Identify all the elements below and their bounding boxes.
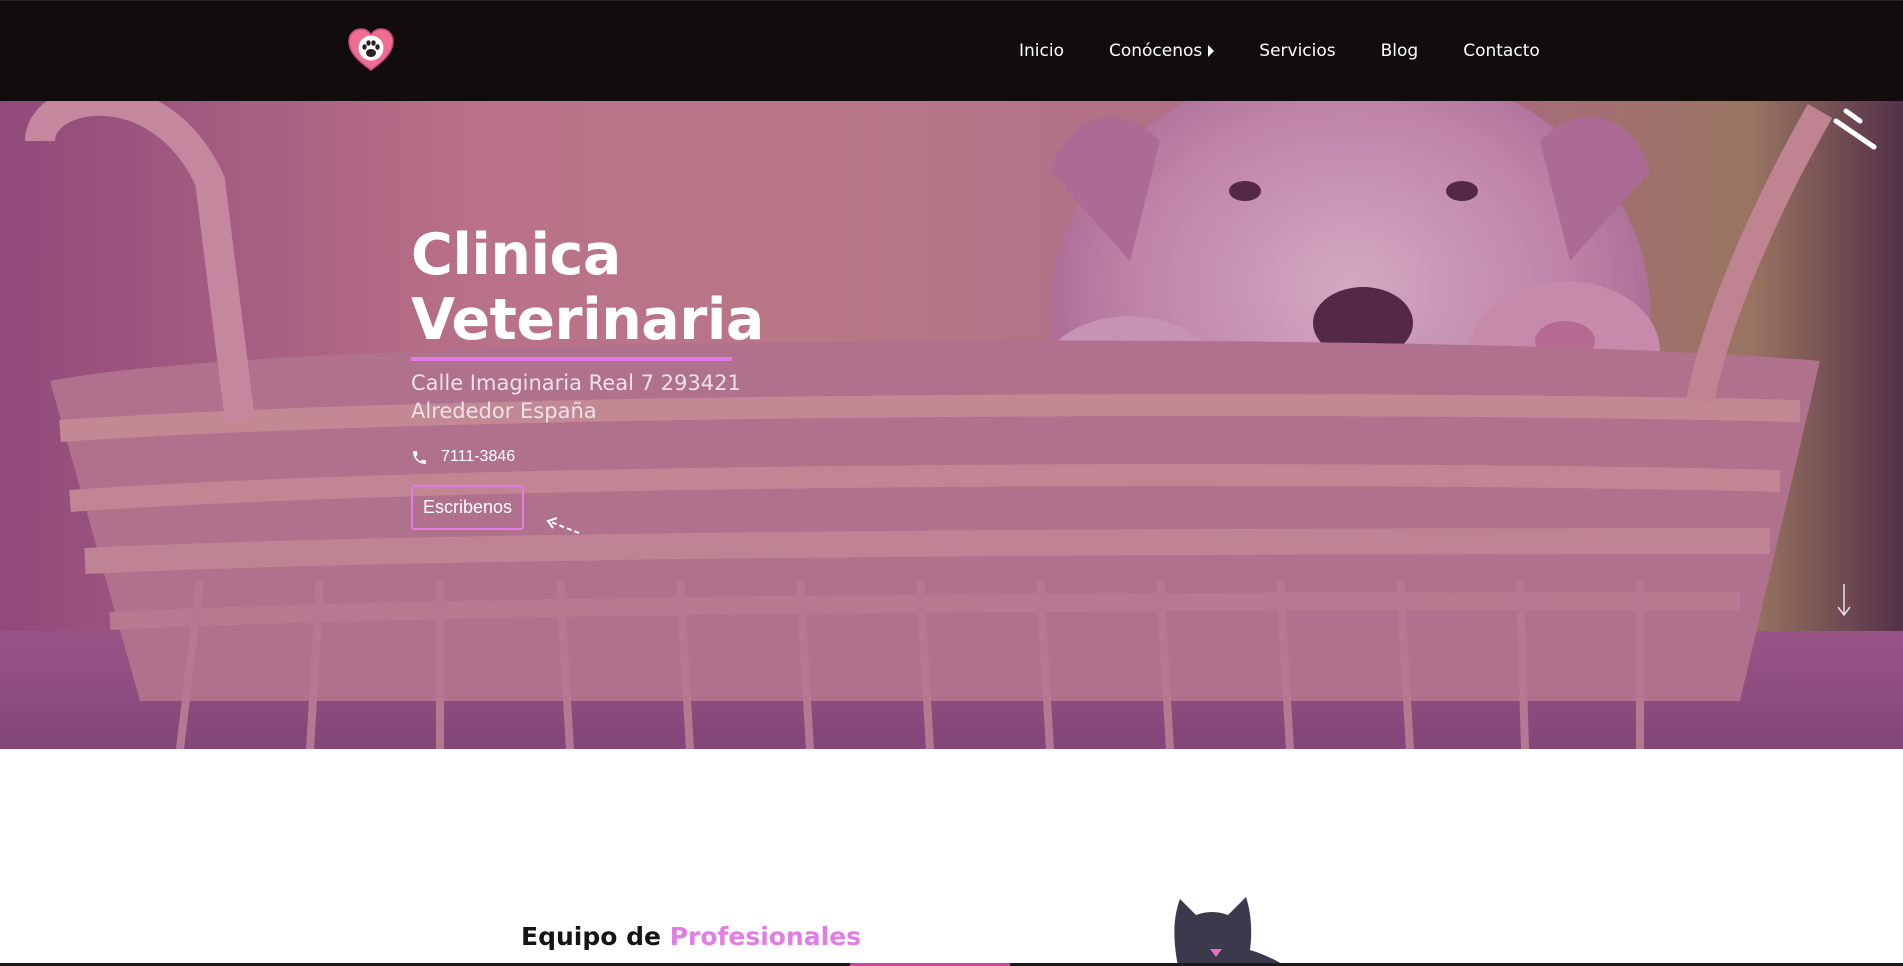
hero-address: Calle Imaginaria Real 7 293421 Alrededor…	[411, 369, 831, 425]
nav-item-label: Inicio	[1019, 41, 1064, 61]
main-menu: Inicio Conócenos Servicios Blog Contacto	[1019, 41, 1540, 61]
nav-item-contacto[interactable]: Contacto	[1463, 41, 1540, 61]
heading-accent: Profesionales	[669, 922, 862, 951]
top-navbar: Inicio Conócenos Servicios Blog Contacto	[0, 0, 1903, 101]
nav-item-label: Contacto	[1463, 41, 1540, 61]
team-section-heading: Equipo de Profesionales	[521, 922, 861, 951]
nav-item-label: Blog	[1380, 41, 1419, 61]
heart-paw-logo-icon[interactable]	[347, 26, 395, 74]
scroll-down-arrow-icon[interactable]	[1836, 583, 1852, 617]
nav-item-servicios[interactable]: Servicios	[1259, 41, 1335, 61]
title-underline	[411, 357, 732, 361]
hero-title: Clinica Veterinaria	[411, 222, 764, 353]
escribenos-button[interactable]: Escribenos	[411, 485, 525, 530]
menu-slash-icon[interactable]	[1832, 107, 1878, 151]
nav-item-inicio[interactable]: Inicio	[1019, 41, 1064, 61]
hero-phone[interactable]: 7111-3846	[411, 448, 831, 466]
hero-color-overlay	[0, 101, 1903, 749]
nav-item-blog[interactable]: Blog	[1381, 41, 1419, 61]
nav-item-label: Conócenos	[1108, 41, 1203, 61]
phone-icon	[413, 450, 426, 464]
hero-section: Clinica Veterinaria Calle Imaginaria Rea…	[0, 101, 1903, 749]
address-line-1: Calle Imaginaria Real 7 293421	[411, 371, 741, 395]
phone-number: 7111-3846	[441, 448, 516, 465]
cat-illustration-icon	[1174, 897, 1285, 966]
nav-item-label: Servicios	[1259, 41, 1336, 61]
nav-item-conocenos[interactable]: Conócenos	[1108, 41, 1215, 61]
address-line-2: Alrededor España	[411, 399, 597, 423]
caret-right-icon	[1208, 45, 1215, 57]
dashed-arrow-icon	[546, 517, 580, 534]
heading-part-1: Equipo de	[521, 922, 661, 951]
hero-content: Clinica Veterinaria Calle Imaginaria Rea…	[411, 223, 831, 530]
